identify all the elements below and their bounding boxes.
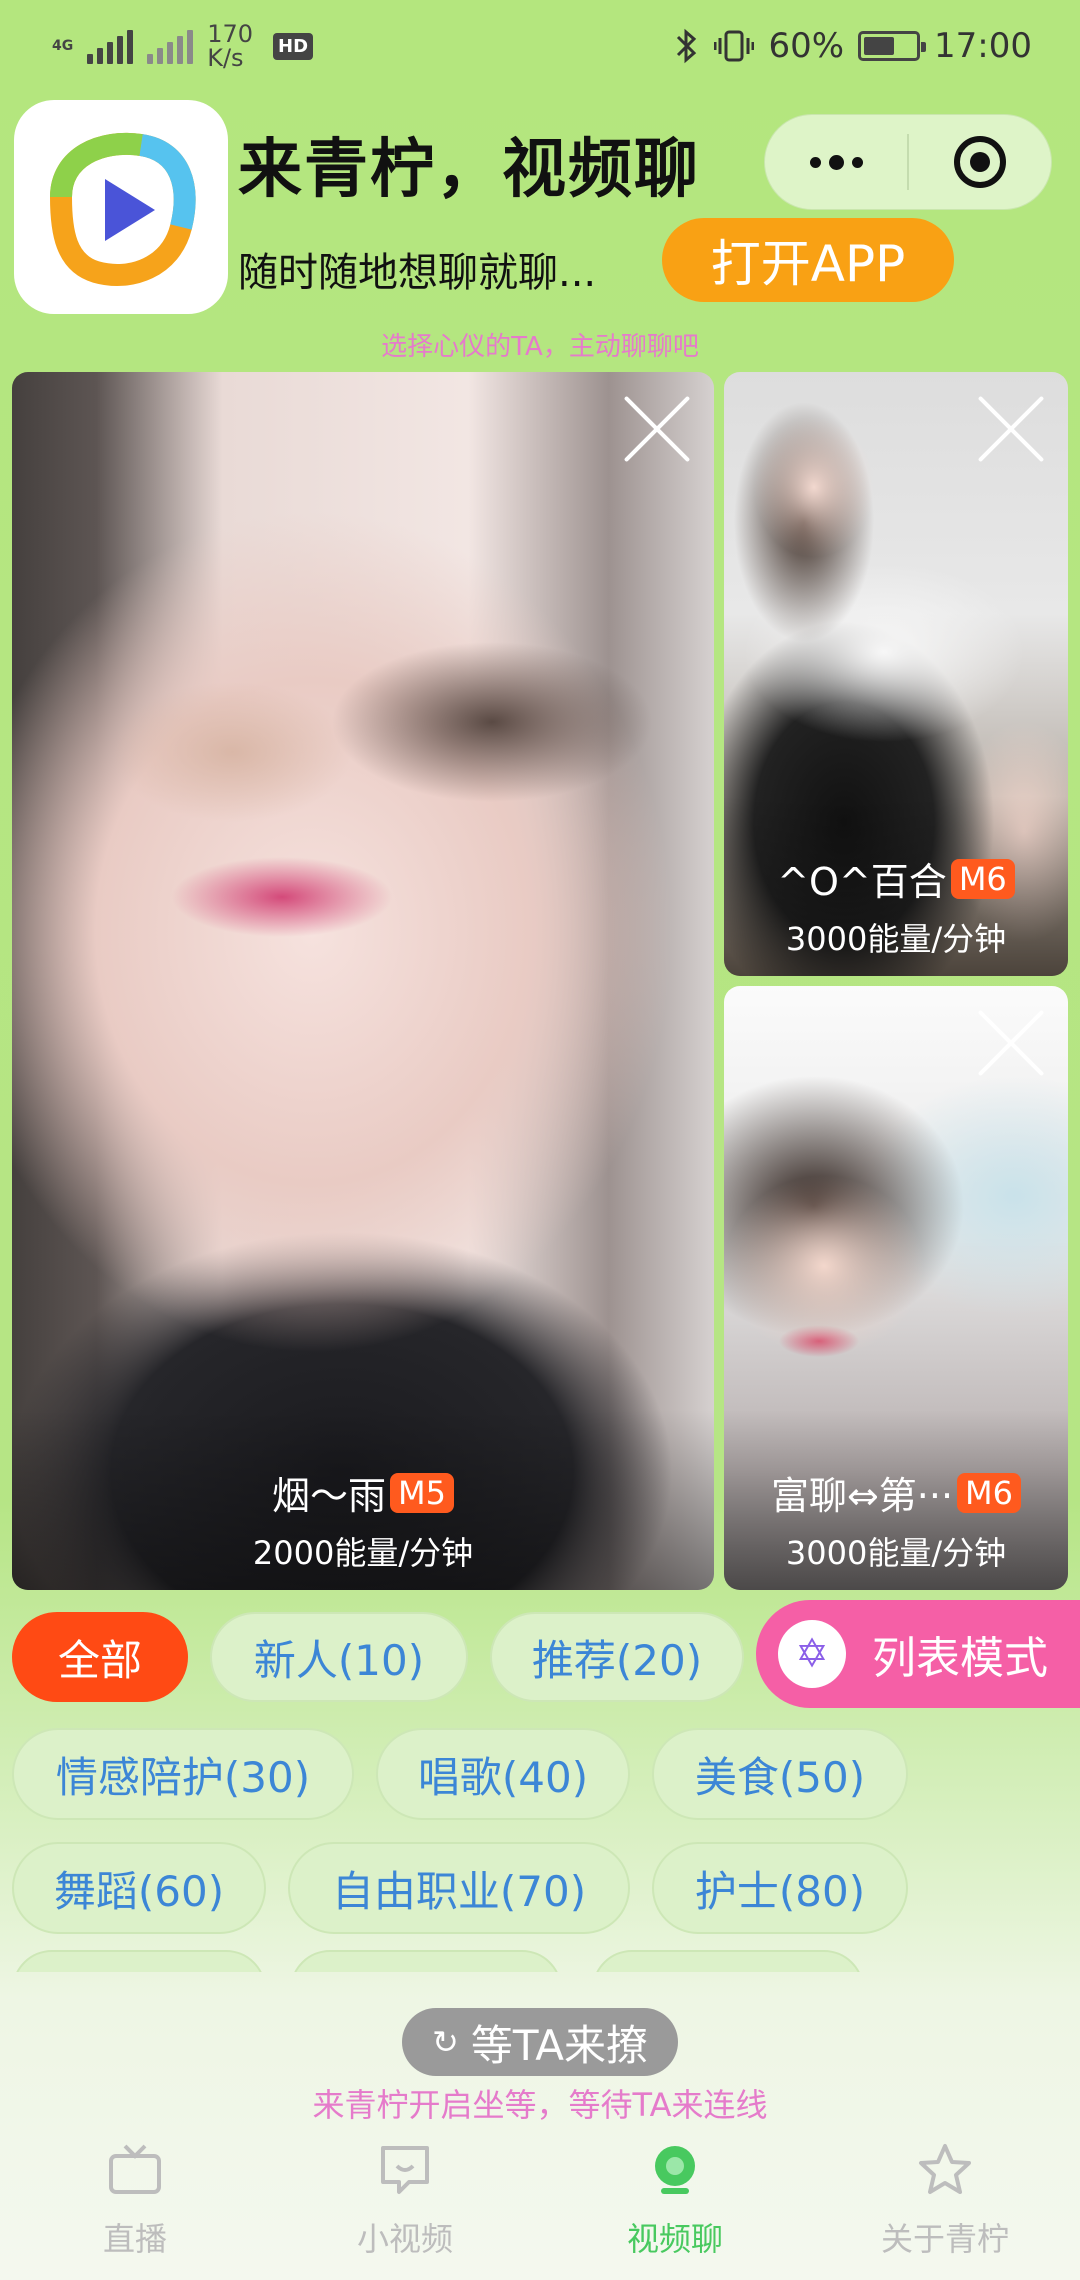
- card-info: ^O^百合 M6 3000能量/分钟: [724, 796, 1068, 976]
- category-row-clipped: [0, 1950, 1080, 1972]
- category-chip[interactable]: 情感陪护(30): [12, 1728, 354, 1820]
- category-chip-all[interactable]: 全部: [12, 1612, 188, 1702]
- card-name: 烟～雨: [272, 1474, 387, 1518]
- close-icon[interactable]: [620, 392, 694, 466]
- wait-button[interactable]: ↻ 等TA来撩: [402, 2008, 678, 2076]
- hd-badge: HD: [273, 32, 314, 60]
- video-chat-icon: [655, 2146, 695, 2194]
- category-chip[interactable]: 自由职业(70): [288, 1842, 630, 1934]
- star-icon: [919, 2144, 971, 2194]
- battery-percent: 60%: [768, 26, 845, 66]
- card-info: 烟～雨 M5 2000能量/分钟: [12, 1410, 714, 1590]
- app-subtitle: 随时随地想聊就聊...: [238, 250, 597, 296]
- refresh-icon: ↻: [432, 2023, 459, 2061]
- target-icon: [953, 136, 1006, 188]
- category-chip[interactable]: 舞蹈(60): [12, 1842, 266, 1934]
- list-mode-label: 列表模式: [872, 1633, 1048, 1684]
- nav-item-about[interactable]: 关于青柠: [810, 2130, 1080, 2280]
- category-chip[interactable]: 推荐(20): [490, 1612, 744, 1702]
- category-chip[interactable]: 唱歌(40): [376, 1728, 630, 1820]
- close-miniprogram-button[interactable]: [909, 115, 1051, 209]
- video-card[interactable]: 富聊⇔第··· M6 3000能量/分钟: [724, 986, 1068, 1590]
- select-hint: 选择心仪的TA，主动聊聊吧: [381, 332, 699, 362]
- app-title: 来青柠，视频聊: [238, 133, 700, 207]
- level-badge: M6: [950, 858, 1015, 899]
- category-chip[interactable]: 新人(10): [210, 1612, 468, 1702]
- network-tag: 4G: [52, 38, 74, 54]
- list-mode-button[interactable]: ✡ 列表模式: [756, 1600, 1080, 1708]
- card-price: 3000能量/分钟: [785, 920, 1007, 958]
- network-speed-unit: K/s: [207, 44, 244, 72]
- vibrate-icon: [714, 30, 755, 62]
- nav-label: 直播: [102, 2220, 167, 2258]
- battery-icon: [858, 31, 927, 61]
- video-card[interactable]: ^O^百合 M6 3000能量/分钟: [724, 372, 1068, 976]
- category-chip[interactable]: 护士(80): [652, 1842, 908, 1934]
- nav-label: 关于青柠: [880, 2220, 1009, 2258]
- card-name: ^O^百合: [777, 860, 947, 904]
- card-price: 2000能量/分钟: [252, 1534, 474, 1572]
- signal-icon-secondary: [147, 28, 194, 64]
- bluetooth-icon: [677, 28, 697, 64]
- signal-icon: [87, 28, 134, 64]
- chat-video-icon: [381, 2146, 429, 2194]
- card-info: 富聊⇔第··· M6 3000能量/分钟: [724, 1410, 1068, 1590]
- level-badge: M5: [390, 1472, 454, 1513]
- open-app-button[interactable]: 打开APP: [662, 218, 954, 302]
- video-card[interactable]: 烟～雨 M5 2000能量/分钟: [12, 372, 714, 1590]
- tv-icon: [109, 2144, 161, 2194]
- close-icon[interactable]: [974, 392, 1048, 466]
- category-chip[interactable]: 美食(50): [652, 1728, 908, 1820]
- network-speed-value: 170: [207, 20, 254, 48]
- app-logo-icon: [49, 132, 196, 286]
- card-name: 富聊⇔第···: [770, 1474, 954, 1518]
- close-icon[interactable]: [974, 1006, 1048, 1080]
- clock: 17:00: [934, 26, 1032, 66]
- nav-label: 视频聊: [626, 2220, 723, 2258]
- more-options-button[interactable]: [765, 115, 907, 209]
- nav-label: 小视频: [356, 2220, 453, 2258]
- nav-item-live[interactable]: 直播: [0, 2130, 270, 2280]
- nav-item-video-chat[interactable]: 视频聊: [540, 2130, 810, 2280]
- wait-hint: 来青柠开启坐等，等待TA来连线: [312, 2086, 768, 2124]
- app-logo: [14, 100, 228, 314]
- star-of-david-icon: ✡: [778, 1620, 846, 1688]
- status-bar: 4G 170 K/s HD 60% 17:00: [0, 0, 1080, 92]
- level-badge: M6: [957, 1472, 1022, 1513]
- miniprogram-capsule: [764, 114, 1052, 210]
- nav-item-short-video[interactable]: 小视频: [270, 2130, 540, 2280]
- wait-button-label: 等TA来撩: [470, 2020, 648, 2070]
- card-price: 3000能量/分钟: [785, 1534, 1007, 1572]
- bottom-nav: 直播 小视频 视频聊 关于青柠: [0, 2130, 1080, 2280]
